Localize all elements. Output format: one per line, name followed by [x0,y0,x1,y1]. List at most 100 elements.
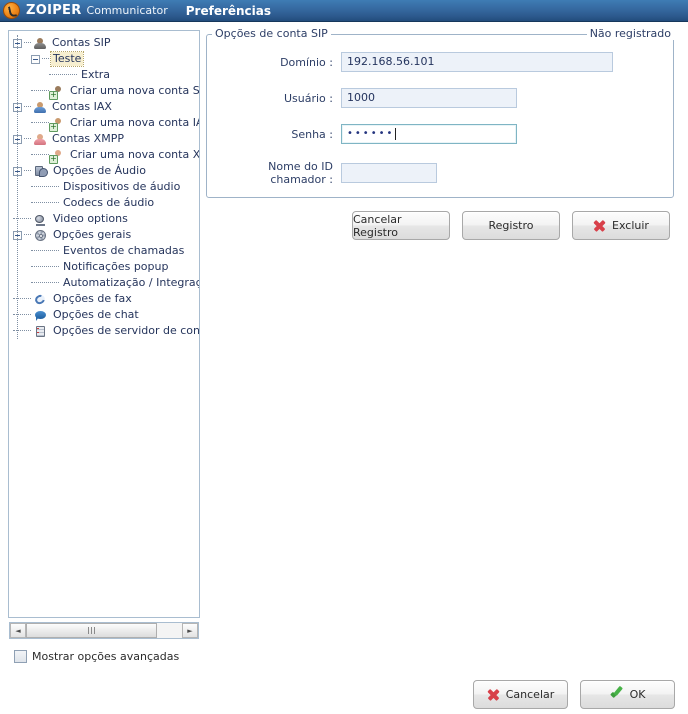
sip-account-options-title: Opções de conta SIP [212,27,331,40]
tree-item-label: Extra [81,68,111,81]
scrollbar-grip-icon [88,627,95,634]
chat-icon [33,309,48,322]
scroll-left-arrow-icon[interactable]: ◄ [10,623,26,638]
tree-connector [31,90,49,92]
settings-tree-panel[interactable]: Contas SIP TesteExtra Criar uma nova conta… [8,30,200,618]
field-input[interactable]: •••••• [341,124,517,144]
user-blue-icon [33,101,47,114]
tree-item-label: Video options [53,212,128,225]
button-label: OK [629,688,646,701]
tree-item-label: Contas IAX [52,100,112,113]
tree-item[interactable]: Criar uma nova conta IAX [9,115,200,132]
tree-item[interactable]: Codecs de áudio [9,195,199,211]
field-row: Nome do ID chamador : [216,160,437,186]
tree-item[interactable]: Dispositivos de áudio [9,179,199,195]
tree-connector [24,138,31,140]
tree-horizontal-scrollbar[interactable]: ◄ ► [9,622,199,639]
scrollbar-track[interactable] [26,623,182,638]
tree-connector [31,154,49,156]
tree-item-label: Opções de chat [53,308,139,321]
button-label: Cancelar Registro [353,212,402,239]
user-blue-add-icon [49,117,65,132]
tree-connector [13,330,31,332]
tree-item-label: Automatização / Integração [63,276,200,289]
tree-item[interactable]: Eventos de chamadas [9,243,199,259]
cancelar-registro-button[interactable]: Cancelar Registro [352,211,450,240]
tree-connector [31,266,59,268]
field-label: Nome do ID chamador : [268,160,333,186]
tree-item-label: Eventos de chamadas [63,244,185,257]
tree-connector [31,250,59,252]
excluir-button[interactable]: Excluir [572,211,670,240]
audio-icon [33,165,48,178]
show-advanced-options-row[interactable]: Mostrar opções avançadas [14,650,179,663]
ok-button[interactable]: OK [580,680,675,709]
page-title: Preferências [185,3,272,18]
field-input[interactable]: 1000 [341,88,517,108]
show-advanced-options-checkbox[interactable] [14,650,27,663]
tree-item[interactable]: Criar uma nova conta SIP [9,83,200,100]
tree-item[interactable]: Criar uma nova conta XMPP [9,147,200,164]
field-label: Senha : [291,127,333,141]
tree-item-label: Notificações popup [63,260,169,273]
tree-connector [13,218,31,220]
tree-connector [24,42,31,44]
field-label: Domínio : [280,55,333,69]
tree-item-label: Contas XMPP [52,132,124,145]
tree-item-label: Dispositivos de áudio [63,180,181,193]
brand-name: ZOIPER [26,3,82,18]
tree-connector [24,170,31,172]
video-icon [33,213,48,226]
scroll-right-arrow-icon[interactable]: ► [182,623,198,638]
tree-connector [13,314,31,316]
check-green-icon [610,688,624,701]
tree-item-label: Opções de Áudio [53,164,146,177]
user-grey-icon [33,37,47,50]
tree-item[interactable]: Contas XMPP [9,131,199,147]
tree-item[interactable]: Opções de chat [9,307,199,323]
password-masked-value: •••••• [347,128,395,139]
fax-icon [33,293,48,306]
tree-connector [31,186,59,188]
server-icon [33,325,48,338]
cancelar-button[interactable]: Cancelar [473,680,568,709]
tree-item[interactable]: Automatização / Integração [9,275,199,291]
tree-item-label: Criar uma nova conta SIP [70,84,200,97]
title-bar: ZOIPER Communicator Preferências [0,0,688,22]
tree-collapse-toggle-icon[interactable] [31,54,40,64]
user-grey-add-icon [49,85,65,100]
field-input[interactable]: 192.168.56.101 [341,52,613,72]
tree-item-label: Opções de servidor de contato [53,324,200,337]
zoiper-flame-icon [3,2,20,19]
tree-item[interactable]: Contas SIP [9,35,199,51]
field-input[interactable] [341,163,437,183]
tree-item[interactable]: Opções gerais [9,227,199,243]
tree-item[interactable]: Video options [9,211,199,227]
tree-item[interactable]: Opções de servidor de contato [9,323,199,339]
field-row: Usuário : 1000 [216,88,517,108]
button-label: Excluir [612,219,649,232]
tree-item-label: Criar uma nova conta IAX [70,116,200,129]
scrollbar-thumb[interactable] [26,623,157,638]
tree-item[interactable]: Opções de Áudio [9,163,199,179]
tree-item[interactable]: Notificações popup [9,259,199,275]
tree-connector [13,298,31,300]
tree-connector [24,234,31,236]
tree-item-label: Criar uma nova conta XMPP [70,148,200,161]
tree-item[interactable]: Opções de fax [9,291,199,307]
tree-item[interactable]: Extra [9,67,199,83]
x-red-icon [593,219,606,232]
tree-item-label: Contas SIP [52,36,111,49]
tree-item[interactable]: Contas IAX [9,99,199,115]
settings-tree[interactable]: Contas SIP TesteExtra Criar uma nova conta… [9,31,199,339]
tree-item-label: Opções de fax [53,292,132,305]
user-pink-icon [33,133,47,146]
user-pink-add-icon [49,149,65,164]
tree-item-label: Opções gerais [53,228,132,241]
registro-button[interactable]: Registro [462,211,560,240]
gear-icon [33,229,48,242]
field-row: Domínio : 192.168.56.101 [216,52,613,72]
registration-status-label: Não registrado [586,27,674,40]
tree-item-label: Teste [49,51,85,67]
tree-item[interactable]: Teste [9,51,199,67]
